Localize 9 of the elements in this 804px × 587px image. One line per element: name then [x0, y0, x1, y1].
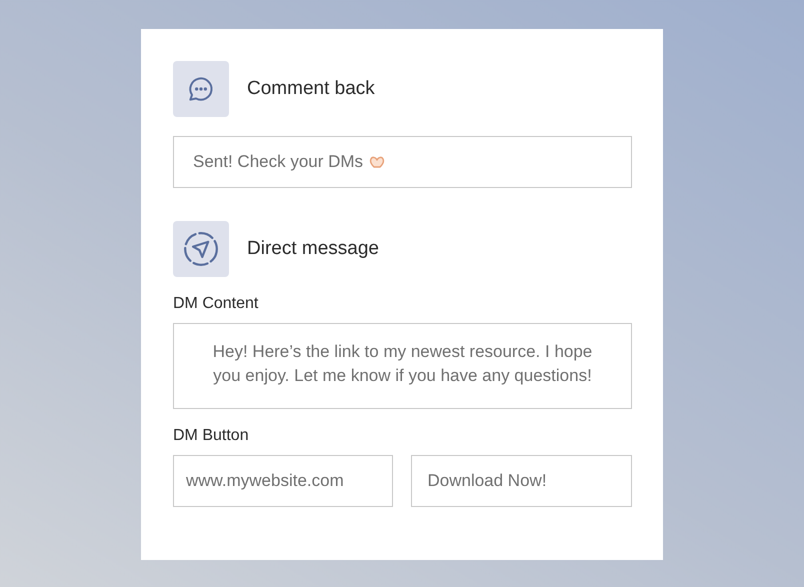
field-label: DM Button	[173, 427, 250, 445]
field-label: DM Content	[173, 295, 260, 313]
section-title: Direct message	[247, 238, 379, 260]
section-title: Comment back	[247, 78, 375, 100]
url-field[interactable]: www.mywebsite.com	[173, 455, 394, 507]
comment-field[interactable]: Sent! Check your DMs	[173, 136, 632, 188]
button-text-field[interactable]: Download Now!	[411, 455, 632, 507]
dm-content-field[interactable]: Hey! Here’s the link to my newest resource. I hope you enjoy. Let me know if you have any questions!	[173, 323, 632, 409]
send-icon	[182, 230, 220, 268]
